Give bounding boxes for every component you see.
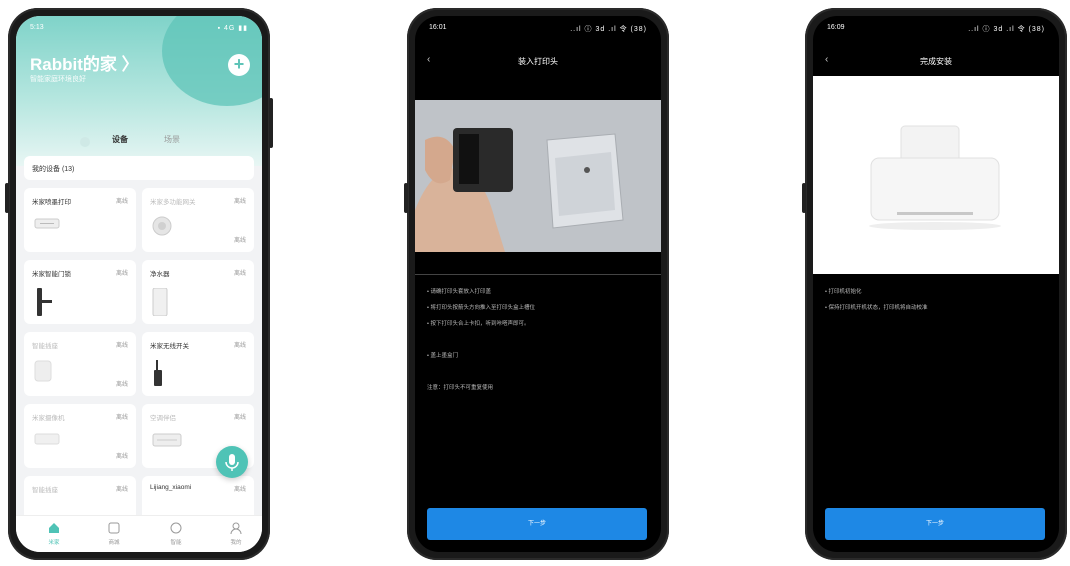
phone-installation-complete: 16:09 ..ıl ⓘ 3d .ıl 令 (38) ‹ 完成安装 • 打印机初…	[802, 8, 1067, 560]
device-name: 米家摄像机	[32, 415, 65, 422]
printhead-photo	[415, 100, 661, 252]
screen: 5:13 ▪ 4G ▮▮ Rabbit的家 〉 智能家庭环境良好 + 设备 场景…	[16, 16, 262, 552]
screen: 16:09 ..ıl ⓘ 3d .ıl 令 (38) ‹ 完成安装 • 打印机初…	[813, 16, 1059, 552]
device-status: 离线	[115, 271, 128, 277]
home-title[interactable]: Rabbit的家 〉	[30, 50, 139, 75]
home-subtitle: 智能家庭环境良好	[30, 76, 86, 83]
device-name: 净水器	[150, 271, 170, 278]
status-bar: 16:01 ..ıl ⓘ 3d .ıl 令 (38)	[415, 16, 661, 38]
microphone-icon	[225, 454, 239, 471]
device-note: 离线	[115, 382, 128, 388]
switch-icon	[152, 360, 164, 393]
instruction-step: • 保持打印机开机状态，打印机将自动校准	[825, 305, 928, 311]
nav-store[interactable]: 商城	[94, 521, 134, 546]
device-card[interactable]: 净水器 离线	[142, 260, 254, 324]
device-card[interactable]: 米家无线开关 离线	[142, 332, 254, 396]
device-note: 离线	[233, 238, 246, 244]
phone-install-printhead: 16:01 ..ıl ⓘ 3d .ıl 令 (38) ‹ 装入打印头 • 请确打…	[404, 8, 669, 560]
device-name: 空调伴侣	[150, 415, 176, 422]
power-button	[404, 183, 408, 213]
volume-button	[269, 98, 273, 148]
device-status: 离线	[115, 199, 128, 205]
next-button[interactable]: 下一步	[825, 508, 1045, 540]
nav-profile[interactable]: 我的	[216, 521, 256, 546]
instruction-step: • 按下打印头合上卡扣，听到咔嗒声即可。	[427, 321, 530, 327]
device-name: 智能插座	[32, 343, 58, 350]
device-filter[interactable]: 我的设备 (13) ⌄	[24, 156, 254, 180]
nav-smart[interactable]: 智能	[156, 521, 196, 546]
status-time: 5:13	[30, 24, 44, 31]
home-icon	[49, 523, 59, 533]
device-status: 离线	[115, 343, 128, 349]
instruction-step: • 请确打印头套放入打印盖	[427, 289, 491, 295]
tab-scenes[interactable]: 场景	[164, 134, 180, 145]
chevron-down-icon: ⌄	[32, 162, 39, 171]
instruction-step: • 将打印头按箭头方向推入至打印头盒上槽位	[427, 305, 535, 311]
device-card[interactable]: 智能插座 离线 离线	[24, 332, 136, 396]
store-icon	[108, 522, 120, 534]
status-time: 16:01	[429, 24, 447, 31]
voice-assistant-button[interactable]	[216, 446, 248, 478]
instruction-step: • 打印机初始化	[825, 289, 862, 295]
device-status: 离线	[233, 415, 246, 421]
phone-home-screen: 5:13 ▪ 4G ▮▮ Rabbit的家 〉 智能家庭环境良好 + 设备 场景…	[5, 8, 273, 560]
device-name: 米家无线开关	[150, 343, 189, 350]
device-name: 米家喷墨打印	[32, 199, 71, 206]
nav-label: 商城	[108, 540, 120, 546]
device-card[interactable]: 米家多功能网关 离线 离线	[142, 188, 254, 252]
device-name: Lijiang_xiaomi	[150, 484, 192, 491]
water-purifier-icon	[152, 287, 168, 321]
next-button[interactable]: 下一步	[427, 508, 647, 540]
bottom-navigation: 米家 商城 智能 我的	[16, 515, 262, 552]
device-card[interactable]: 米家喷墨打印 离线	[24, 188, 136, 252]
air-conditioner-icon	[152, 432, 182, 453]
device-name: 米家多功能网关	[150, 199, 196, 206]
status-time: 16:09	[827, 24, 845, 31]
nav-label: 米家	[48, 540, 60, 546]
nav-label: 智能	[170, 540, 182, 546]
device-status: 离线	[115, 487, 128, 493]
tab-indicator	[80, 137, 90, 147]
device-name: 智能插座	[32, 487, 58, 494]
gateway-icon	[152, 216, 172, 241]
nav-home[interactable]: 米家	[34, 521, 74, 546]
power-button	[5, 183, 9, 213]
device-status: 离线	[115, 415, 128, 421]
device-name: 米家智能门锁	[32, 271, 71, 278]
device-status: 离线	[233, 271, 246, 277]
device-card[interactable]: 米家智能门锁 离线	[24, 260, 136, 324]
add-device-button[interactable]: +	[228, 54, 250, 76]
status-bar: 5:13 ▪ 4G ▮▮	[16, 16, 262, 38]
printer-image	[813, 76, 1059, 274]
tab-devices[interactable]: 设备	[112, 134, 128, 145]
door-lock-icon	[34, 288, 56, 321]
plug-icon	[34, 360, 52, 387]
screen: 16:01 ..ıl ⓘ 3d .ıl 令 (38) ‹ 装入打印头 • 请确打…	[415, 16, 661, 552]
page-title: 装入打印头	[518, 57, 558, 66]
device-card[interactable]: 米家摄像机 离线 离线	[24, 404, 136, 468]
status-bar: 16:09 ..ıl ⓘ 3d .ıl 令 (38)	[813, 16, 1059, 38]
printer-icon	[34, 216, 60, 235]
device-note: 离线	[115, 454, 128, 460]
profile-icon	[230, 522, 242, 535]
instruction-step: • 盖上墨盒门	[427, 353, 458, 359]
device-status: 离线	[233, 487, 246, 493]
nav-label: 我的	[230, 540, 242, 546]
device-status: 离线	[233, 343, 246, 349]
status-icons: ..ıl ⓘ 3d .ıl 令 (38)	[570, 26, 647, 33]
divider	[415, 274, 661, 275]
power-button	[802, 183, 806, 213]
device-status: 离线	[233, 199, 246, 205]
status-icons: ..ıl ⓘ 3d .ıl 令 (38)	[968, 26, 1045, 33]
camera-icon	[34, 432, 60, 451]
page-title: 完成安装	[920, 57, 952, 66]
instruction-note: 注意：打印头不可重复使用	[427, 385, 494, 391]
tabs: 设备 场景	[16, 128, 262, 148]
status-icons: ▪ 4G ▮▮	[217, 25, 248, 32]
smart-icon	[170, 522, 182, 534]
